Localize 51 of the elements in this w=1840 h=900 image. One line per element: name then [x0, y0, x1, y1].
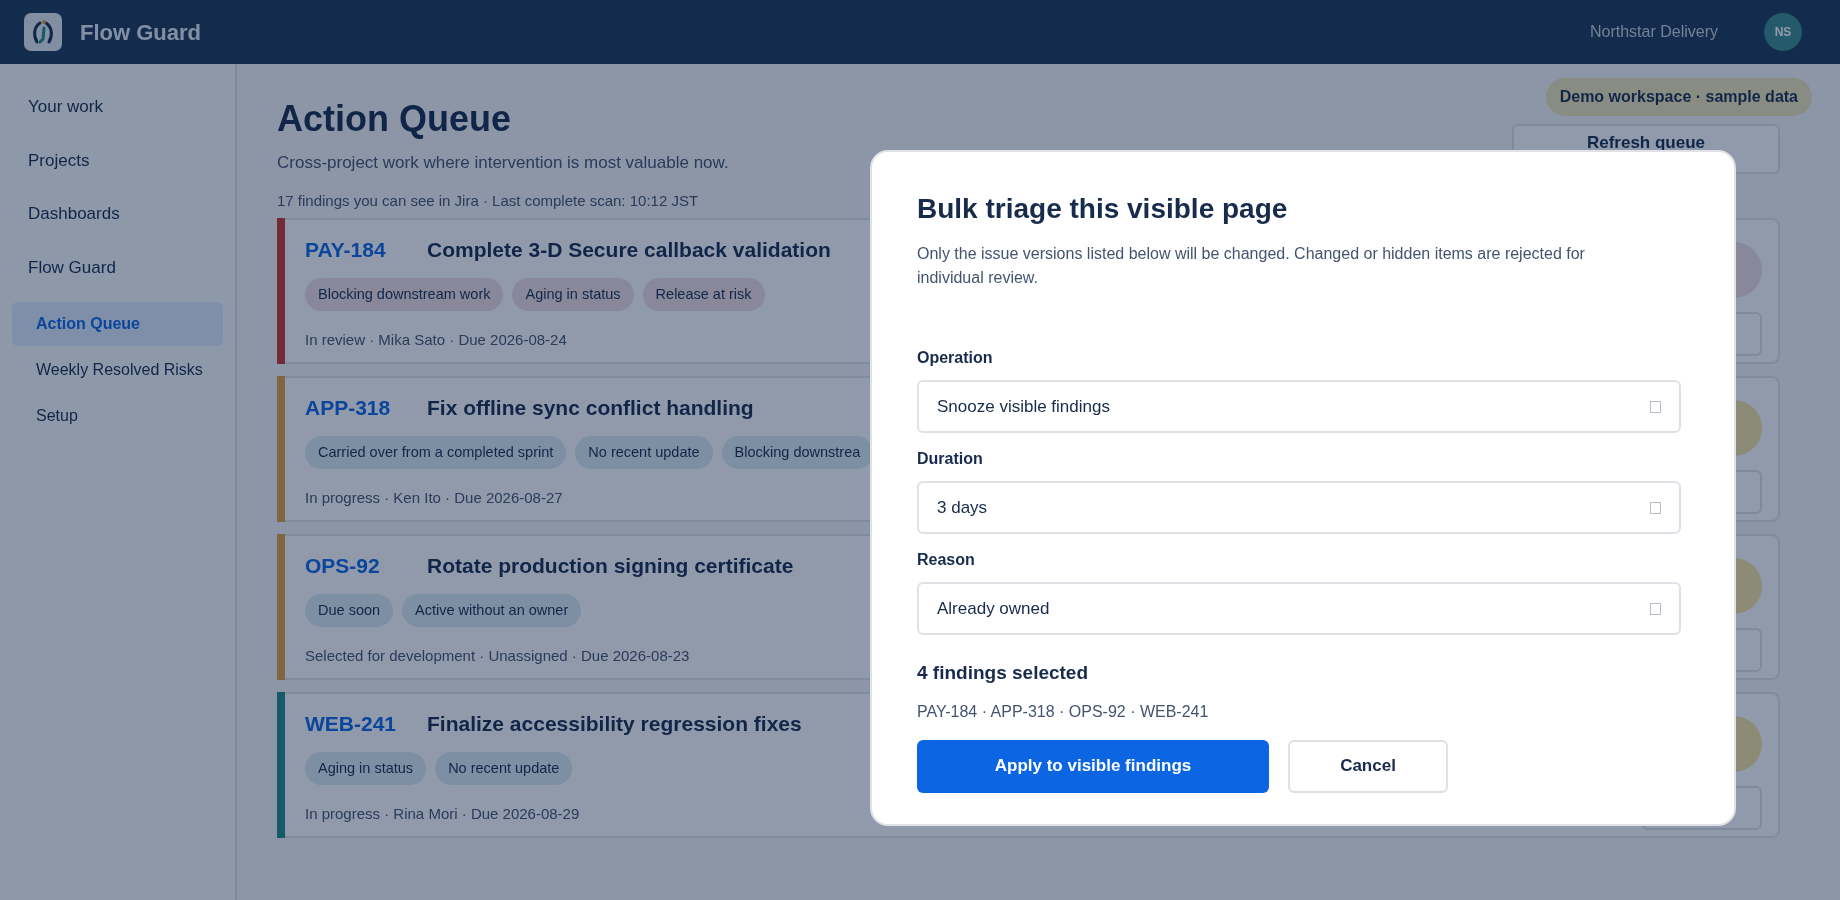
finding-tag: Due soon: [305, 593, 394, 628]
demo-badge: Demo workspace · sample data: [1545, 78, 1812, 116]
finding-meta: In review · Mika Sato · Due 2026-08-24: [305, 330, 567, 351]
select-field[interactable]: Snooze visible findings: [917, 380, 1681, 433]
dialog-title: Bulk triage this visible page: [917, 192, 1289, 226]
finding-meta: In progress · Rina Mori · Due 2026-08-29: [305, 804, 580, 825]
logo-icon: [24, 13, 62, 51]
sidebar-item[interactable]: Action Queue: [12, 302, 223, 346]
finding-title: Complete 3-D Secure callback validation: [427, 237, 831, 263]
workspace-name: Northstar Delivery: [1589, 22, 1718, 42]
field-label: Duration: [917, 449, 984, 469]
sidebar-item[interactable]: Dashboards: [0, 189, 235, 239]
sidebar-item[interactable]: Weekly Resolved Risks: [12, 348, 223, 392]
finding-tag: Carried over from a completed sprint: [305, 435, 567, 470]
apply-button[interactable]: Apply to visible findings: [917, 739, 1269, 793]
square-icon: [1650, 501, 1661, 514]
issue-key-link[interactable]: WEB-241: [305, 708, 405, 740]
finding-tag: Active without an owner: [402, 593, 582, 628]
selection-count: 4 findings selected: [917, 661, 1090, 685]
app-name: Flow Guard: [80, 18, 201, 47]
finding-meta: In progress · Ken Ito · Due 2026-08-27: [305, 488, 563, 509]
cancel-button[interactable]: Cancel: [1288, 739, 1448, 793]
field-label: Reason: [917, 550, 976, 570]
sidebar-item[interactable]: Projects: [0, 135, 235, 185]
finding-meta: Selected for development · Unassigned · Due 2026-08-23: [305, 646, 690, 667]
select-field[interactable]: Already owned: [917, 582, 1681, 635]
finding-title: Rotate production signing certificate: [427, 553, 794, 579]
issue-key-link[interactable]: PAY-184: [305, 234, 405, 266]
finding-tag: Aging in status: [305, 751, 427, 786]
user-avatar[interactable]: NS: [1764, 13, 1802, 51]
square-icon: [1650, 400, 1661, 413]
finding-tag: No recent update: [435, 751, 573, 786]
select-field[interactable]: 3 days: [917, 481, 1681, 534]
issue-key-link[interactable]: OPS-92: [305, 550, 405, 582]
issue-key-link[interactable]: APP-318: [305, 392, 405, 424]
square-icon: [1650, 602, 1661, 615]
page-title: Action Queue: [277, 97, 513, 141]
finding-title: Finalize accessibility regression fixes: [427, 711, 802, 737]
finding-tag: No recent update: [575, 435, 713, 470]
selected-issue-keys: PAY-184 · APP-318 · OPS-92 · WEB-241: [917, 699, 1689, 724]
field-label: Operation: [917, 348, 994, 368]
sidebar-item[interactable]: Flow Guard: [0, 242, 235, 292]
page-subtitle: Cross-project work where intervention is most valuable now.: [277, 152, 729, 174]
finding-tag: Blocking downstream work: [305, 277, 504, 312]
sidebar-item[interactable]: Setup: [12, 394, 223, 438]
finding-tag: Release at risk: [642, 277, 765, 312]
sidebar-item[interactable]: Your work: [0, 82, 235, 132]
finding-title: Fix offline sync conflict handling: [427, 395, 754, 421]
dialog-description: Only the issue versions listed below will be changed. Changed or hidden items are rejected for individual review.: [917, 244, 1586, 288]
scan-summary: 17 findings you can see in Jira · Last complete scan: 10:12 JST: [277, 190, 700, 211]
finding-tag: Aging in status: [512, 277, 634, 312]
